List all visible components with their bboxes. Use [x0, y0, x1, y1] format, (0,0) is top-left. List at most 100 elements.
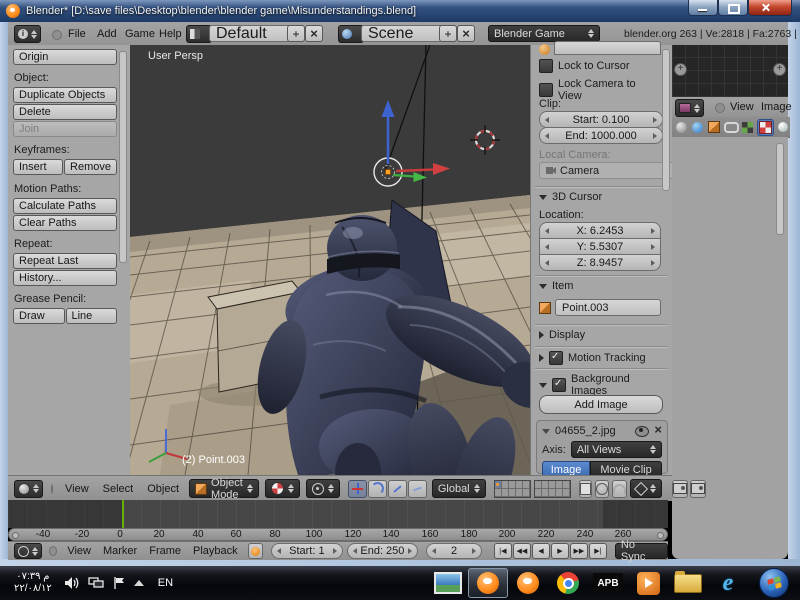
delete-button[interactable]: Delete: [13, 104, 117, 120]
insert-keyframe-button[interactable]: Insert: [13, 159, 64, 175]
sync-mode-select[interactable]: No Sync: [614, 539, 668, 563]
local-camera-field[interactable]: Camera: [539, 162, 675, 179]
delete-scene-button[interactable]: [457, 25, 475, 42]
origin-button[interactable]: Origin: [13, 49, 117, 65]
menu-view[interactable]: View: [65, 483, 89, 495]
jump-to-end-button[interactable]: ▶|: [588, 543, 607, 559]
minimize-button[interactable]: [688, 0, 718, 16]
repeat-last-button[interactable]: Repeat Last: [13, 253, 117, 269]
checkbox-checked-icon[interactable]: [552, 378, 566, 392]
checkbox-icon[interactable]: [539, 83, 553, 97]
layers-grid-2[interactable]: [533, 479, 571, 498]
snap-toggle-button[interactable]: [611, 479, 627, 498]
layers-grid-1[interactable]: [493, 479, 531, 498]
menu-view[interactable]: View: [67, 545, 91, 557]
taskbar-app-photo-viewer[interactable]: [428, 568, 468, 598]
item-name-field[interactable]: Point.003: [555, 299, 661, 316]
panel-header-3d-cursor[interactable]: 3D Cursor: [539, 191, 661, 203]
menu-playback[interactable]: Playback: [193, 545, 238, 557]
clip-end-field[interactable]: End: 1000.000: [539, 127, 663, 144]
join-button[interactable]: Join: [13, 121, 117, 137]
manipulator-translate-button[interactable]: [347, 479, 367, 498]
menu-marker[interactable]: Marker: [103, 545, 137, 557]
menu-select[interactable]: Select: [103, 483, 134, 495]
menu-object[interactable]: Object: [147, 483, 179, 495]
editor-type-button[interactable]: [14, 543, 42, 559]
lock-to-cursor-row[interactable]: Lock to Cursor: [539, 59, 661, 73]
taskbar-app-explorer[interactable]: [668, 568, 708, 598]
tool-shelf-scrollbar[interactable]: [119, 51, 127, 263]
tab-texture-icon[interactable]: [757, 118, 774, 136]
network-icon[interactable]: [88, 576, 104, 590]
scene-field[interactable]: Scene: [361, 25, 451, 42]
add-layout-button[interactable]: +: [287, 25, 305, 42]
orientation-select[interactable]: Global: [431, 479, 486, 498]
delete-layout-button[interactable]: [305, 25, 323, 42]
tab-modifiers-icon[interactable]: [741, 120, 756, 135]
screen-layout-field[interactable]: Default: [209, 25, 299, 42]
viewport-3d[interactable]: User Persp (2) Point.003: [130, 45, 530, 475]
taskbar-app-blender-active[interactable]: [468, 568, 508, 598]
header-pin-icon[interactable]: [52, 30, 62, 40]
area-split-widget[interactable]: +: [674, 63, 687, 76]
menu-view[interactable]: View: [730, 101, 754, 113]
cursor-y-field[interactable]: Y: 5.5307: [539, 239, 661, 255]
panel-header-item[interactable]: Item: [539, 280, 661, 292]
manipulator-rotate-button[interactable]: [367, 479, 387, 498]
start-button[interactable]: [748, 568, 800, 598]
window-titlebar[interactable]: Blender* [D:\save files\Desktop\blender\…: [0, 0, 800, 22]
tab-render-icon[interactable]: [674, 120, 689, 135]
snap-element-select[interactable]: [629, 479, 662, 498]
manipulator-scale-button[interactable]: [387, 479, 407, 498]
header-pin-icon[interactable]: [49, 546, 58, 556]
panel-header-motion-tracking[interactable]: Motion Tracking: [539, 351, 661, 365]
language-indicator[interactable]: EN: [158, 577, 173, 589]
frame-end-field[interactable]: End: 250: [346, 543, 419, 559]
lock-object-field[interactable]: [539, 41, 661, 55]
frame-start-field[interactable]: Start: 1: [271, 543, 343, 559]
menu-file[interactable]: File: [68, 28, 86, 40]
render-engine-select[interactable]: Blender Game: [488, 25, 600, 42]
pivot-point-select[interactable]: [305, 479, 340, 498]
checkbox-icon[interactable]: [539, 59, 553, 73]
editor-type-button[interactable]: [675, 99, 704, 117]
taskbar-app-media-player[interactable]: [628, 568, 668, 598]
properties-editor-scrollbar[interactable]: [776, 143, 784, 235]
editor-type-button[interactable]: [14, 479, 43, 498]
tab-world-icon[interactable]: [691, 120, 706, 135]
cursor-x-field[interactable]: X: 6.2453: [539, 222, 661, 239]
add-scene-button[interactable]: +: [439, 25, 457, 42]
remove-image-icon[interactable]: [654, 425, 662, 437]
maximize-button[interactable]: [718, 0, 748, 16]
disclosure-open-icon[interactable]: [542, 428, 550, 434]
menu-frame[interactable]: Frame: [149, 545, 181, 557]
add-image-button[interactable]: Add Image: [539, 395, 663, 414]
menu-help[interactable]: Help: [159, 28, 182, 40]
properties-scrollbar[interactable]: [662, 49, 670, 191]
viewport-shading-select[interactable]: [264, 479, 300, 498]
taskbar-app-chrome[interactable]: [548, 568, 588, 598]
calculate-paths-button[interactable]: Calculate Paths: [13, 198, 117, 214]
tab-material-icon[interactable]: [776, 120, 791, 135]
remove-keyframe-button[interactable]: Remove: [64, 159, 117, 175]
duplicate-objects-button[interactable]: Duplicate Objects: [13, 87, 117, 103]
preview-range-button[interactable]: [247, 543, 264, 559]
menu-add[interactable]: Add: [97, 28, 117, 40]
menu-game[interactable]: Game: [125, 28, 155, 40]
taskbar-clock[interactable]: م ٠٧:٣٩ ٢٢/٠٨/١٢: [14, 571, 52, 595]
timeline-track[interactable]: [8, 500, 668, 528]
action-center-flag-icon[interactable]: [112, 576, 126, 590]
play-button[interactable]: ▶: [550, 543, 569, 559]
grease-draw-button[interactable]: Draw: [13, 308, 65, 324]
axis-select[interactable]: All Views: [570, 441, 662, 458]
timeline-ruler[interactable]: -40 -20 0 20 40 60 80 100 120 140 160 18…: [8, 528, 668, 541]
show-hidden-icons-button[interactable]: [133, 580, 144, 586]
taskbar-app-blender[interactable]: [508, 568, 548, 598]
visibility-eye-icon[interactable]: [635, 425, 650, 437]
header-pin-icon[interactable]: [51, 483, 53, 494]
prev-keyframe-button[interactable]: ◀◀: [512, 543, 531, 559]
image-editor-canvas[interactable]: + +: [672, 45, 788, 97]
current-frame-playhead[interactable]: [122, 500, 124, 528]
mode-select[interactable]: Object Mode: [189, 477, 259, 501]
grease-line-button[interactable]: Line: [65, 308, 117, 324]
